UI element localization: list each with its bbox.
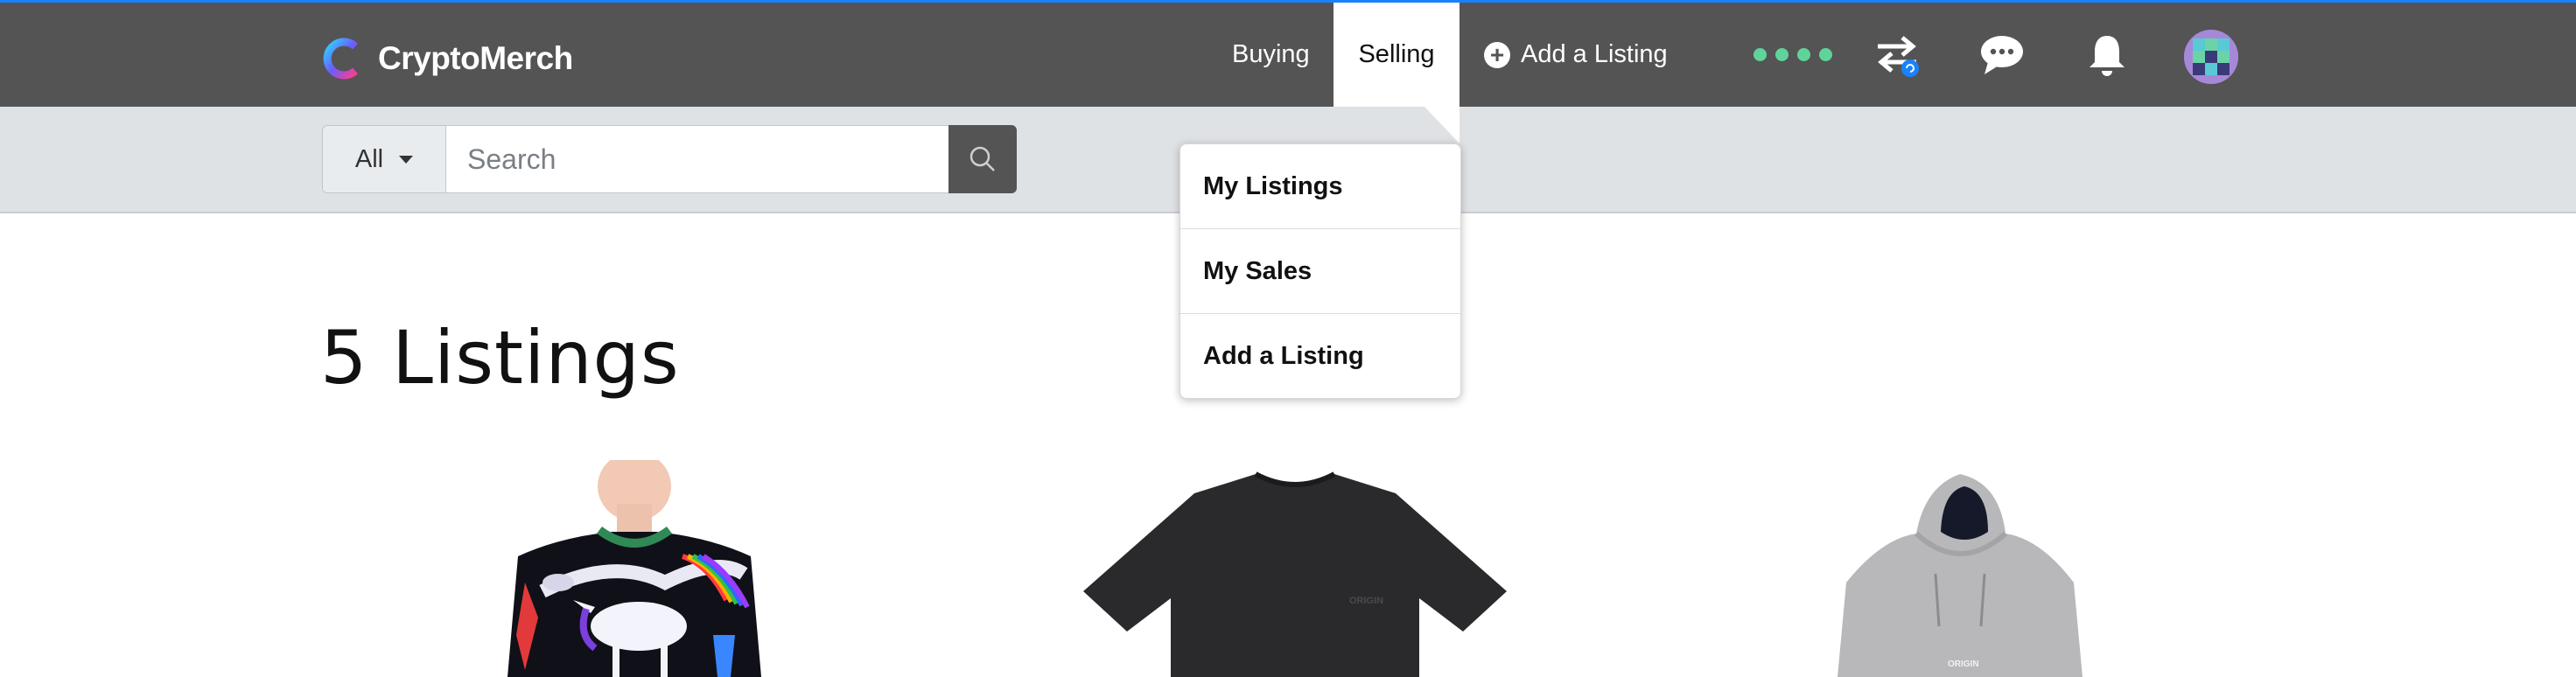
nav-add-listing-label: Add a Listing <box>1521 40 1668 68</box>
plus-icon: + <box>1484 41 1510 68</box>
menu-item-my-listings[interactable]: My Listings <box>1180 144 1460 229</box>
menu-item-my-sales[interactable]: My Sales <box>1180 229 1460 314</box>
nav-selling[interactable]: Selling <box>1334 3 1460 107</box>
selling-dropdown-menu: My Listings My Sales Add a Listing <box>1180 143 1461 399</box>
transactions-icon[interactable] <box>1871 29 1923 81</box>
search-input[interactable] <box>445 125 948 193</box>
search-group: All <box>322 125 1017 193</box>
user-avatar[interactable] <box>2184 30 2238 84</box>
notifications-bell-icon[interactable] <box>2081 29 2133 81</box>
messages-icon[interactable] <box>1976 29 2028 81</box>
brand-name: CryptoMerch <box>378 40 573 76</box>
category-select-value: All <box>354 144 384 173</box>
top-navbar: CryptoMerch Buying Selling + Add a Listi… <box>0 3 2576 107</box>
status-dot <box>1754 48 1767 61</box>
chevron-down-icon <box>399 155 414 164</box>
connection-status-dots[interactable] <box>1754 48 1832 61</box>
product-image-unicorn-tshirt[interactable] <box>490 460 770 677</box>
product-image-black-tshirt[interactable]: ORIGIN <box>1076 460 1514 677</box>
dropdown-pointer <box>1424 107 1460 143</box>
status-dot <box>1819 48 1832 61</box>
nav-add-listing[interactable]: + Add a Listing <box>1484 3 1668 107</box>
brand-logo[interactable]: CryptoMerch <box>320 32 573 85</box>
product-hoodie-logo-text: ORIGIN <box>1948 660 1979 669</box>
category-select[interactable]: All <box>322 125 445 193</box>
page-title: 5 Listings <box>320 315 680 401</box>
brand-icon <box>323 38 359 80</box>
product-shirt-logo-text: ORIGIN <box>1349 596 1383 606</box>
status-dot <box>1797 48 1810 61</box>
search-button[interactable] <box>948 125 1017 193</box>
status-dot <box>1775 48 1788 61</box>
menu-item-add-listing[interactable]: Add a Listing <box>1180 314 1460 398</box>
product-image-grey-hoodie[interactable]: ORIGIN <box>1785 460 2135 677</box>
search-icon <box>970 146 995 171</box>
nav-buying[interactable]: Buying <box>1232 3 1310 107</box>
